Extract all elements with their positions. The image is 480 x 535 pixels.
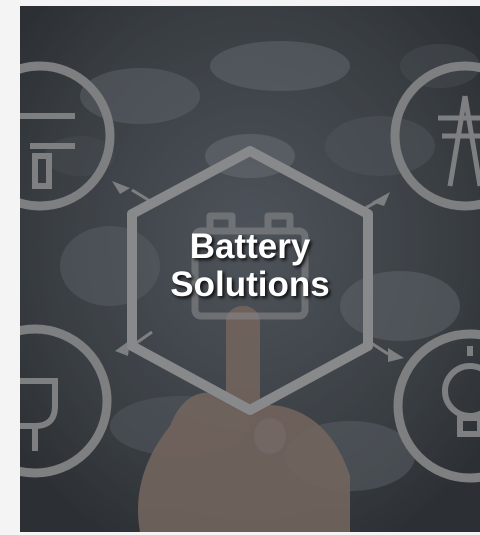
title-line-1: Battery <box>189 227 311 266</box>
battery-solutions-card[interactable]: Battery Solutions <box>20 6 480 532</box>
hero-title: Battery Solutions <box>20 228 480 304</box>
title-line-2: Solutions <box>170 265 330 304</box>
